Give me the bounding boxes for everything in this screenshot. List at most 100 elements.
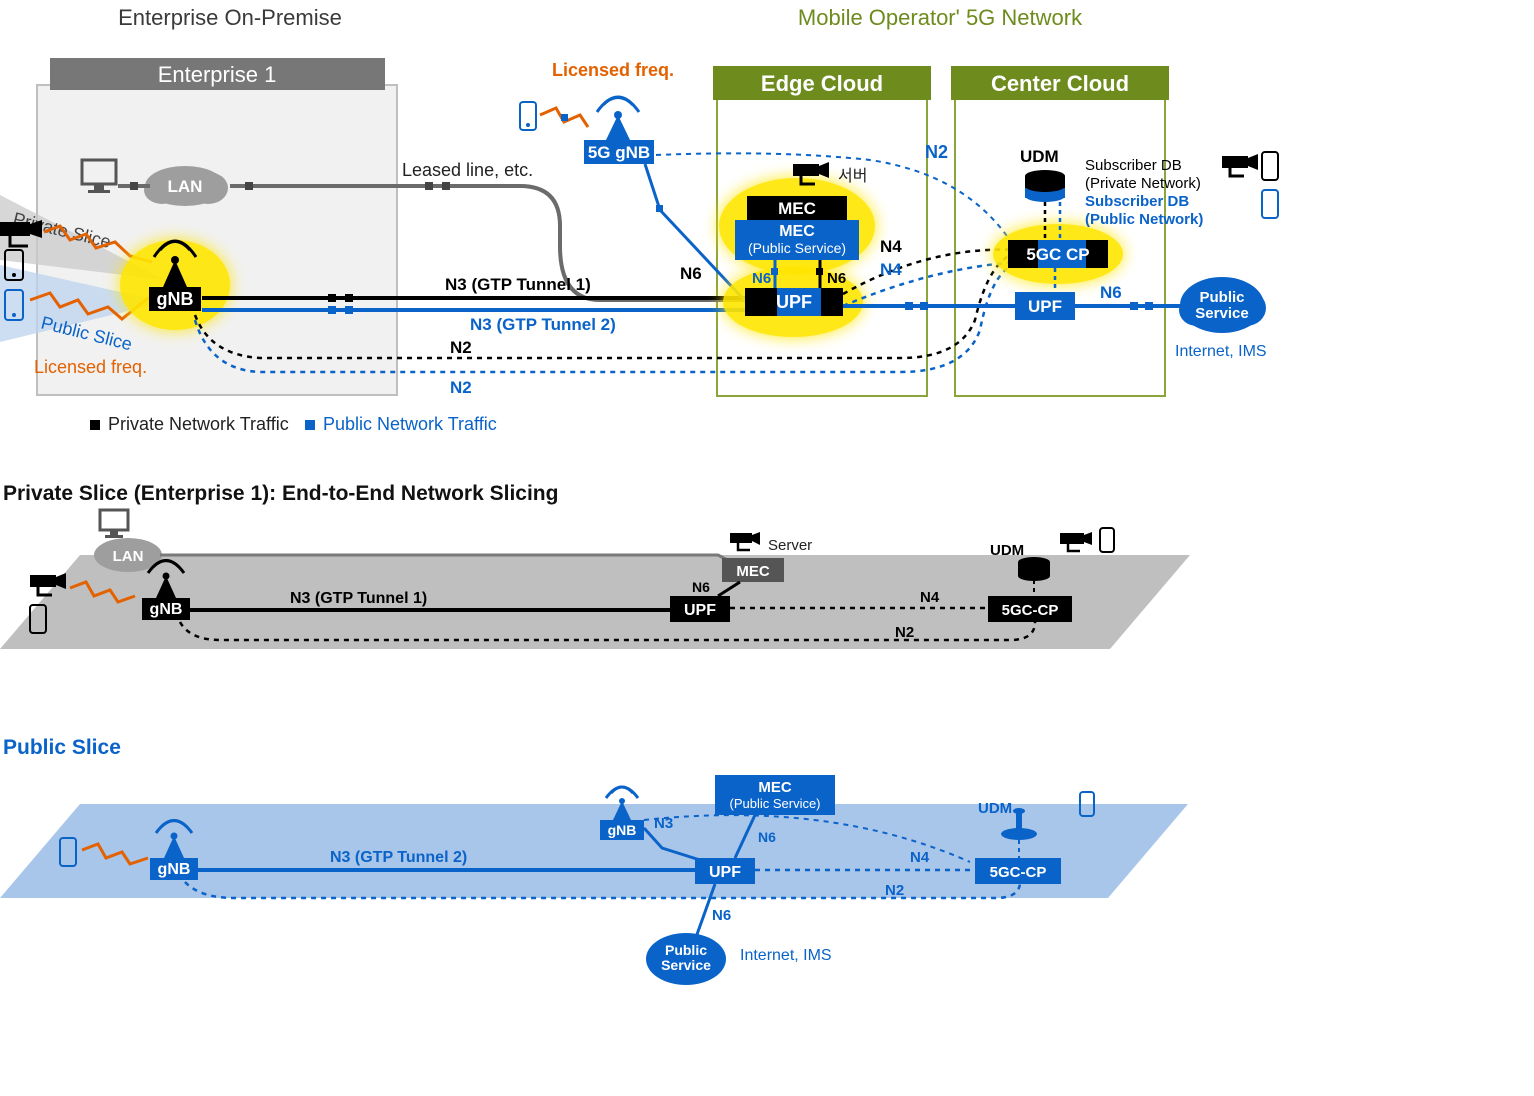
enterprise1-title: Enterprise 1 bbox=[158, 62, 277, 87]
licensed-freq-top: Licensed freq. bbox=[552, 60, 674, 80]
n2-label-black: N2 bbox=[450, 338, 472, 357]
traffic-dot bbox=[130, 182, 138, 190]
priv-mec-label: MEC bbox=[736, 563, 770, 580]
traffic-dot bbox=[442, 182, 450, 190]
traffic-dot bbox=[561, 114, 568, 121]
pub-gnb2-label: gNB bbox=[608, 822, 637, 838]
licensed-freq-left: Licensed freq. bbox=[34, 357, 147, 377]
mec-stack: MEC MEC (Public Service) bbox=[719, 178, 875, 274]
priv-n4-label: N4 bbox=[920, 589, 940, 606]
traffic-dot bbox=[1145, 302, 1153, 310]
edgecloud-title: Edge Cloud bbox=[761, 71, 883, 96]
phone-icon-right-pub bbox=[1262, 190, 1278, 218]
traffic-dot bbox=[245, 182, 253, 190]
traffic-dot bbox=[328, 306, 336, 314]
leased-line-label: Leased line, etc. bbox=[402, 160, 533, 180]
mec-pub-label1: MEC bbox=[779, 223, 815, 240]
priv-n3-label: N3 (GTP Tunnel 1) bbox=[290, 590, 427, 607]
n6d-label: N6 bbox=[1100, 283, 1122, 302]
server-kor-label: 서버 bbox=[838, 167, 867, 185]
private-slice-title: Private Slice (Enterprise 1): End-to-End… bbox=[3, 482, 558, 505]
pub-n3s-label: N3 bbox=[654, 815, 673, 832]
n4b-label: N4 bbox=[880, 260, 902, 279]
pub-service-cloud: Public Service bbox=[646, 933, 726, 985]
legend-private: Private Network Traffic bbox=[108, 414, 289, 434]
priv-udm-label: UDM bbox=[990, 542, 1024, 559]
public-slice-title: Public Slice bbox=[3, 736, 121, 759]
mec-priv-label: MEC bbox=[778, 199, 816, 218]
sub-db-priv2: (Private Network) bbox=[1085, 175, 1201, 192]
header-enterprise: Enterprise On-Premise bbox=[118, 5, 342, 30]
pub-svc-2: Service bbox=[661, 957, 711, 973]
n6c-label: N6 bbox=[827, 270, 846, 287]
n3t2-label: N3 (GTP Tunnel 2) bbox=[470, 315, 616, 334]
priv-server-label: Server bbox=[768, 537, 812, 554]
gnb-enterprise: gNB bbox=[120, 240, 230, 330]
priv-gnb-label: gNB bbox=[150, 601, 183, 618]
pub-5gc-label: 5GC-CP bbox=[990, 864, 1047, 881]
centercloud-title: Center Cloud bbox=[991, 71, 1129, 96]
traffic-dot bbox=[345, 306, 353, 314]
pub-internet-ims: Internet, IMS bbox=[740, 947, 832, 964]
traffic-dot bbox=[656, 205, 663, 212]
traffic-dot bbox=[1130, 302, 1138, 310]
n2-label-blue: N2 bbox=[450, 378, 472, 397]
pub-n4-label: N4 bbox=[910, 849, 930, 866]
priv-camera-right bbox=[1060, 532, 1092, 551]
n3t1-label: N3 (GTP Tunnel 1) bbox=[445, 275, 591, 294]
pub-svc-1: Public bbox=[665, 942, 707, 958]
center-upf-label: UPF bbox=[1028, 297, 1062, 316]
n6a-label: N6 bbox=[680, 264, 702, 283]
legend-public: Public Network Traffic bbox=[323, 414, 497, 434]
diagram-root: Enterprise On-Premise Mobile Operator' 5… bbox=[0, 0, 1534, 1096]
sub-db-priv1: Subscriber DB bbox=[1085, 157, 1182, 174]
priv-5gc-label: 5GC-CP bbox=[1002, 602, 1059, 619]
sub-db-pub2: (Public Network) bbox=[1085, 211, 1203, 228]
camera-icon-right bbox=[1222, 154, 1258, 176]
sub-db-pub1: Subscriber DB bbox=[1085, 193, 1189, 210]
pub-n3-label: N3 (GTP Tunnel 2) bbox=[330, 849, 467, 866]
pub-svc-1: Public bbox=[1199, 289, 1244, 306]
priv-upf-label: UPF bbox=[684, 602, 716, 619]
upf-edge-label: UPF bbox=[776, 292, 812, 312]
priv-monitor-icon bbox=[100, 510, 128, 538]
priv-lan-label: LAN bbox=[113, 548, 144, 565]
priv-phone-right bbox=[1100, 528, 1114, 552]
priv-n6-label: N6 bbox=[692, 579, 710, 595]
traffic-dot bbox=[771, 268, 778, 275]
mec-pub-label2: (Public Service) bbox=[748, 240, 846, 256]
n6b-label: N6 bbox=[752, 270, 771, 287]
phone-icon-top bbox=[520, 102, 536, 130]
priv-camera-mec bbox=[730, 532, 760, 550]
priv-udm-db bbox=[1018, 557, 1050, 581]
gnb-label: gNB bbox=[157, 289, 194, 309]
traffic-dot bbox=[425, 182, 433, 190]
public-service-cloud: Public Service bbox=[1179, 277, 1266, 333]
legend: Private Network Traffic Public Network T… bbox=[90, 414, 497, 434]
n4a-label: N4 bbox=[880, 237, 902, 256]
traffic-dot bbox=[345, 294, 353, 302]
pub-mec-label2: (Public Service) bbox=[729, 796, 820, 811]
udm-label: UDM bbox=[1020, 147, 1059, 166]
gnb-5g: 5G gNB bbox=[584, 97, 654, 164]
fgc-cp: 5GC CP bbox=[993, 224, 1123, 284]
traffic-dot bbox=[328, 294, 336, 302]
pub-n6a-label: N6 bbox=[758, 829, 776, 845]
phone-icon-right-priv bbox=[1262, 152, 1278, 180]
pub-gnb-label: gNB bbox=[158, 861, 191, 878]
lan-label: LAN bbox=[168, 177, 203, 196]
fgccp-label: 5GC CP bbox=[1026, 245, 1089, 264]
traffic-dot bbox=[920, 302, 928, 310]
udm-db bbox=[1025, 170, 1065, 202]
pub-udm-label: UDM bbox=[978, 800, 1012, 817]
n2c-label: N2 bbox=[925, 142, 948, 162]
pub-upf-label: UPF bbox=[709, 864, 741, 881]
pub-mec-label1: MEC bbox=[758, 779, 792, 796]
header-operator: Mobile Operator' 5G Network bbox=[798, 5, 1083, 30]
pub-svc-2: Service bbox=[1195, 305, 1248, 322]
pub-n2-label: N2 bbox=[885, 882, 904, 899]
internet-ims-top: Internet, IMS bbox=[1175, 343, 1267, 360]
traffic-dot bbox=[816, 268, 823, 275]
traffic-dot bbox=[905, 302, 913, 310]
pub-n6b-label: N6 bbox=[712, 907, 731, 924]
